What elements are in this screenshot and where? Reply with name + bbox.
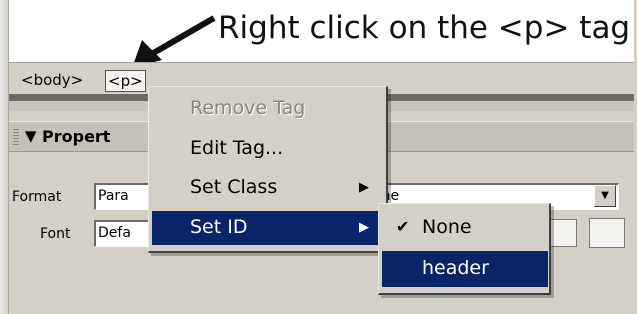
grip-icon[interactable]	[13, 129, 19, 145]
menu-item-remove-tag[interactable]: Remove Tag	[152, 92, 384, 126]
annotation-text: Right click on the <p> tag	[218, 10, 631, 46]
submenu-item-none[interactable]: ✔ None	[382, 210, 548, 246]
style-dropdown-icon[interactable]: ▼	[594, 185, 616, 207]
format-select[interactable]: Para	[94, 183, 154, 210]
submenu-item-header[interactable]: header	[382, 251, 548, 287]
properties-title: Propert	[42, 127, 111, 146]
context-menu: Remove Tag Edit Tag... Set Class ▶ Set I…	[148, 86, 388, 253]
menu-item-label: Edit Tag...	[190, 137, 284, 159]
menu-item-edit-tag[interactable]: Edit Tag...	[152, 132, 384, 166]
color-swatch-button[interactable]	[589, 218, 625, 248]
size-button[interactable]	[549, 219, 577, 247]
tag-body[interactable]: <body>	[19, 70, 85, 90]
font-label: Font	[40, 226, 71, 242]
window-left-edge	[0, 0, 9, 314]
tag-p[interactable]: <p>	[105, 70, 146, 92]
checkmark-icon: ✔	[396, 217, 410, 236]
submenu-arrow-icon: ▶	[359, 180, 369, 195]
menu-item-set-class[interactable]: Set Class ▶	[152, 171, 384, 205]
menu-item-label: Set Class	[190, 176, 278, 198]
format-label: Format	[12, 189, 62, 205]
collapse-triangle-icon[interactable]: ▼	[25, 127, 37, 145]
set-id-submenu: ✔ None header	[378, 203, 551, 295]
submenu-item-label: None	[422, 216, 472, 238]
font-select[interactable]: Defa	[94, 220, 154, 247]
submenu-item-label: header	[422, 257, 489, 279]
submenu-arrow-icon: ▶	[359, 220, 369, 235]
menu-item-label: Set ID	[190, 216, 248, 238]
menu-item-label: Remove Tag	[190, 97, 306, 119]
menu-item-set-id[interactable]: Set ID ▶	[152, 211, 384, 245]
